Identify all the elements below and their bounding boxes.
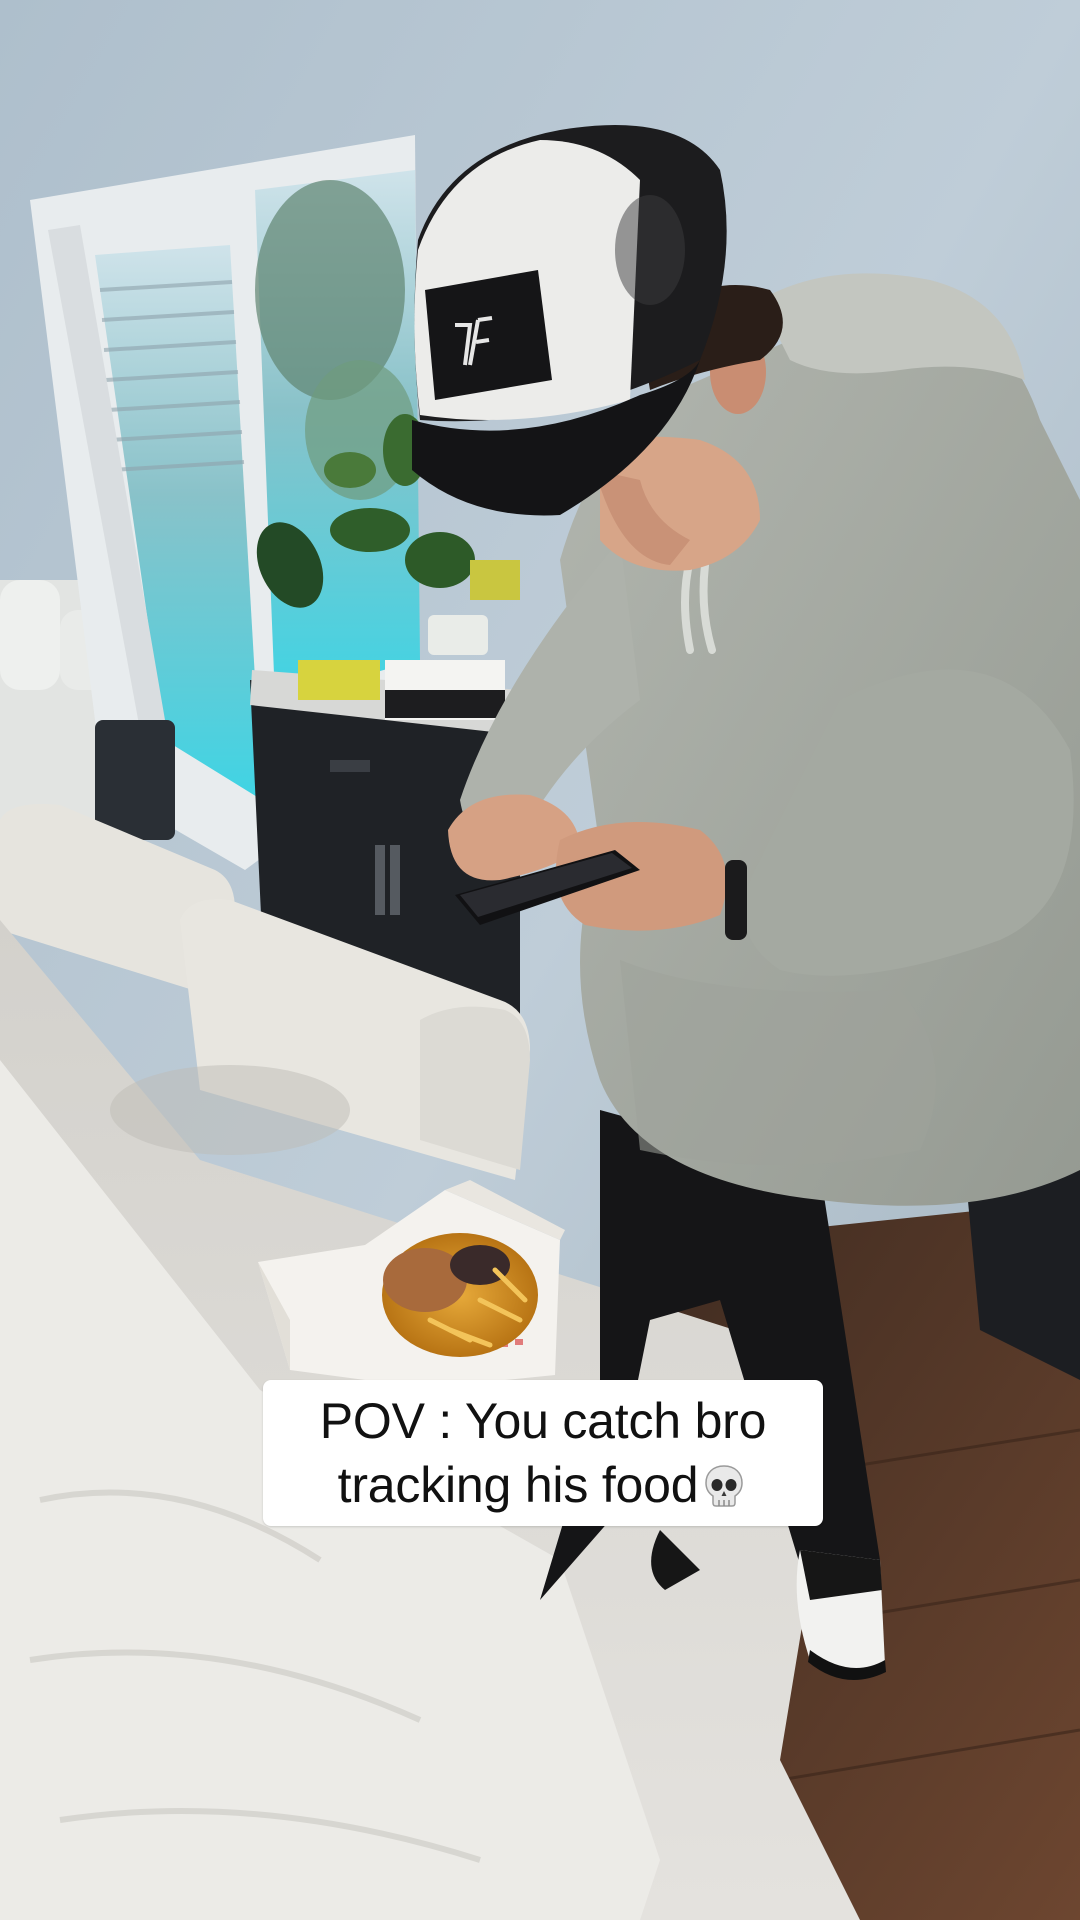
skull-icon — [705, 1465, 744, 1507]
caption-line-2: tracking his food — [338, 1453, 749, 1517]
caption-line-1: POV : You catch bro — [319, 1393, 767, 1449]
caption-box: POV : You catch bro tracking his food — [263, 1380, 823, 1526]
caption-line-2-text: tracking his food — [337, 1457, 699, 1513]
photo-scene — [0, 0, 1080, 1920]
video-frame: POV : You catch bro tracking his food — [0, 0, 1080, 1920]
